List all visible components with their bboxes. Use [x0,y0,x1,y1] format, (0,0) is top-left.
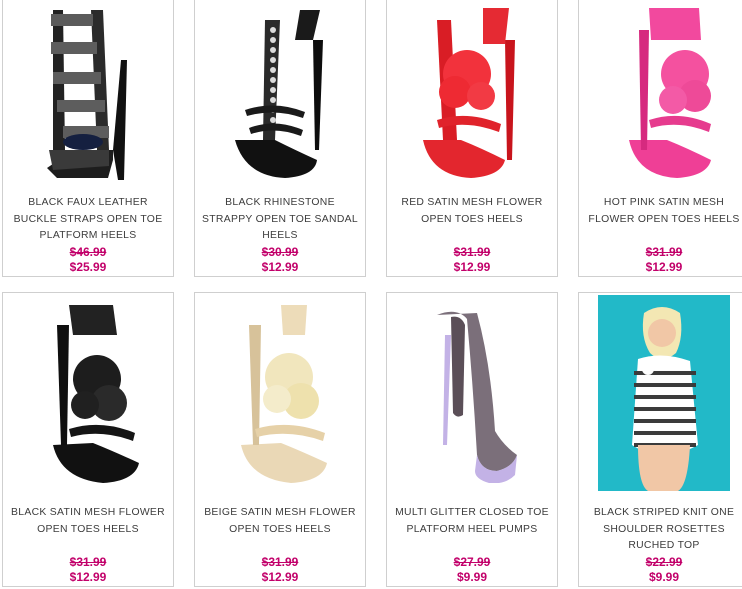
product-image[interactable] [387,0,557,185]
product-card[interactable]: BLACK STRIPED KNIT ONE SHOULDER ROSETTES… [578,292,742,587]
product-image[interactable] [195,0,365,185]
product-name[interactable]: BEIGE SATIN MESH FLOWER OPEN TOES HEELS [201,505,359,538]
product-card[interactable]: BLACK RHINESTONE STRAPPY OPEN TOE SANDAL… [194,0,366,277]
product-old-price: $46.99 [69,245,107,259]
product-old-price: $27.99 [453,555,491,569]
product-image[interactable] [195,297,365,483]
product-old-price: $31.99 [261,555,299,569]
product-sale-price: $9.99 [648,570,680,584]
product-sale-price: $12.99 [645,260,683,274]
product-sale-price: $9.99 [456,570,488,584]
product-name[interactable]: BLACK SATIN MESH FLOWER OPEN TOES HEELS [9,505,167,538]
product-name[interactable]: RED SATIN MESH FLOWER OPEN TOES HEELS [393,195,551,228]
product-old-price: $31.99 [645,245,683,259]
product-sale-price: $25.99 [69,260,107,274]
product-old-price: $31.99 [453,245,491,259]
product-card[interactable]: MULTI GLITTER CLOSED TOE PLATFORM HEEL P… [386,292,558,587]
product-image[interactable] [3,297,173,483]
product-old-price: $30.99 [261,245,299,259]
product-card[interactable]: BLACK FAUX LEATHER BUCKLE STRAPS OPEN TO… [2,0,174,277]
product-sale-price: $12.99 [261,260,299,274]
product-sale-price: $12.99 [69,570,107,584]
product-name[interactable]: BLACK FAUX LEATHER BUCKLE STRAPS OPEN TO… [9,195,167,245]
product-name[interactable]: MULTI GLITTER CLOSED TOE PLATFORM HEEL P… [393,505,551,538]
product-name[interactable]: HOT PINK SATIN MESH FLOWER OPEN TOES HEE… [585,195,742,228]
product-card[interactable]: RED SATIN MESH FLOWER OPEN TOES HEELS $3… [386,0,558,277]
product-card[interactable]: HOT PINK SATIN MESH FLOWER OPEN TOES HEE… [578,0,742,277]
product-name[interactable]: BLACK RHINESTONE STRAPPY OPEN TOE SANDAL… [201,195,359,245]
product-image[interactable] [3,0,173,185]
product-image[interactable] [579,0,742,185]
product-old-price: $22.99 [645,555,683,569]
product-sale-price: $12.99 [453,260,491,274]
product-image[interactable] [579,295,742,491]
product-name[interactable]: BLACK STRIPED KNIT ONE SHOULDER ROSETTES… [585,505,742,555]
product-old-price: $31.99 [69,555,107,569]
product-sale-price: $12.99 [261,570,299,584]
product-image[interactable] [387,297,557,483]
product-card[interactable]: BEIGE SATIN MESH FLOWER OPEN TOES HEELS … [194,292,366,587]
product-card[interactable]: BLACK SATIN MESH FLOWER OPEN TOES HEELS … [2,292,174,587]
